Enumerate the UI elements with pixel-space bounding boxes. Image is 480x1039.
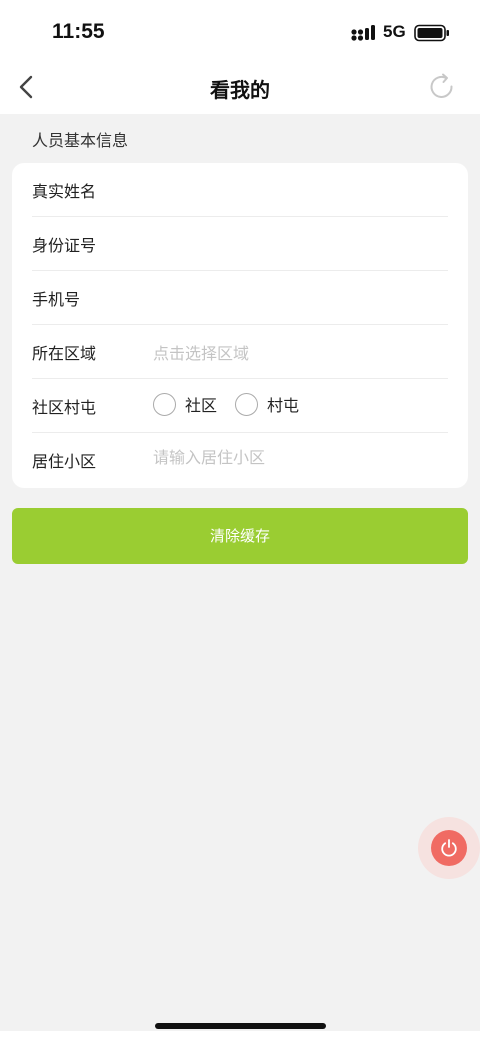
residence-label: 居住小区 [32, 452, 97, 471]
refresh-icon[interactable] [427, 72, 457, 102]
clear-cache-button[interactable]: 清除缓存 [12, 508, 468, 564]
phone-input[interactable] [153, 286, 443, 305]
radio-circle-icon[interactable] [153, 392, 176, 416]
bottom-safe-area [0, 1031, 480, 1039]
signal-icon [351, 25, 375, 41]
name-input[interactable] [153, 178, 443, 197]
battery-icon [414, 24, 449, 42]
status-time: 11:55 [52, 20, 105, 43]
radio-option-community[interactable]: 社区 [153, 392, 217, 416]
form-row-id-number: 身份证号 [32, 217, 448, 271]
section-title: 人员基本信息 [32, 131, 129, 150]
id-number-input[interactable] [153, 232, 443, 251]
id-number-label: 身份证号 [32, 236, 97, 255]
power-fab-button[interactable] [431, 830, 467, 866]
basic-info-card: 真实姓名 身份证号 手机号 所在区域 点击选择区域 社区村屯 社区 村屯 居住小… [12, 163, 468, 488]
phone-label: 手机号 [32, 290, 81, 309]
community-type-label: 社区村屯 [32, 398, 97, 417]
community-type-radio-group: 社区 村屯 [153, 392, 317, 416]
nav-bar: 看我的 [0, 64, 480, 114]
radio-option-village[interactable]: 村屯 [235, 392, 299, 416]
region-picker[interactable]: 点击选择区域 [153, 340, 443, 364]
power-icon [441, 839, 457, 857]
residence-input[interactable] [153, 448, 443, 467]
name-label: 真实姓名 [32, 182, 97, 201]
form-row-community-type: 社区村屯 社区 村屯 [32, 379, 448, 433]
form-row-name: 真实姓名 [32, 163, 448, 217]
page-title: 看我的 [210, 78, 270, 102]
home-indicator [155, 1023, 326, 1029]
network-type: 5G [383, 22, 406, 41]
form-row-phone: 手机号 [32, 271, 448, 325]
radio-label-community: 社区 [185, 396, 218, 415]
region-label: 所在区域 [32, 344, 97, 363]
status-bar: 11:55 5G [0, 0, 480, 64]
radio-circle-icon[interactable] [235, 392, 259, 416]
form-row-region[interactable]: 所在区域 点击选择区域 [32, 325, 448, 379]
radio-label-village: 村屯 [267, 396, 300, 415]
form-row-residence: 居住小区 [32, 433, 448, 487]
